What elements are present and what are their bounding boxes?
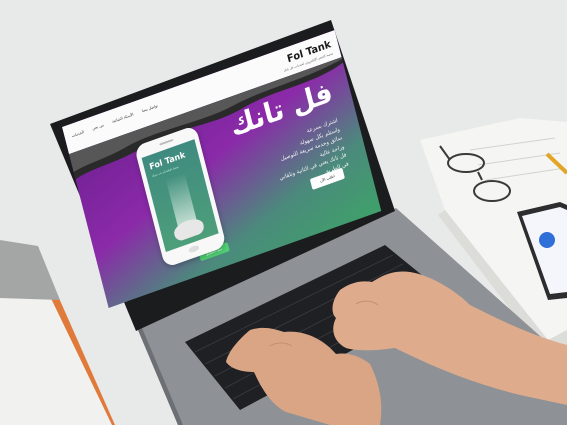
nav-link[interactable]: من نحن	[92, 122, 104, 131]
phone-home-button	[188, 244, 200, 254]
nav-link[interactable]: تواصل معنا	[141, 103, 158, 113]
nav-link[interactable]: الخدمات	[71, 129, 84, 138]
nav-link[interactable]: الأسئلة الشائعة	[111, 112, 133, 124]
phone-screen: Fol Tank توصيل الوقود إلى باب منزلك	[141, 139, 219, 253]
phone-speaker	[159, 138, 174, 146]
phone-mockup: Fol Tank توصيل الوقود إلى باب منزلك	[134, 124, 227, 269]
photo-scene: الخدمات من نحن الأسئلة الشائعة تواصل معن…	[0, 0, 567, 425]
